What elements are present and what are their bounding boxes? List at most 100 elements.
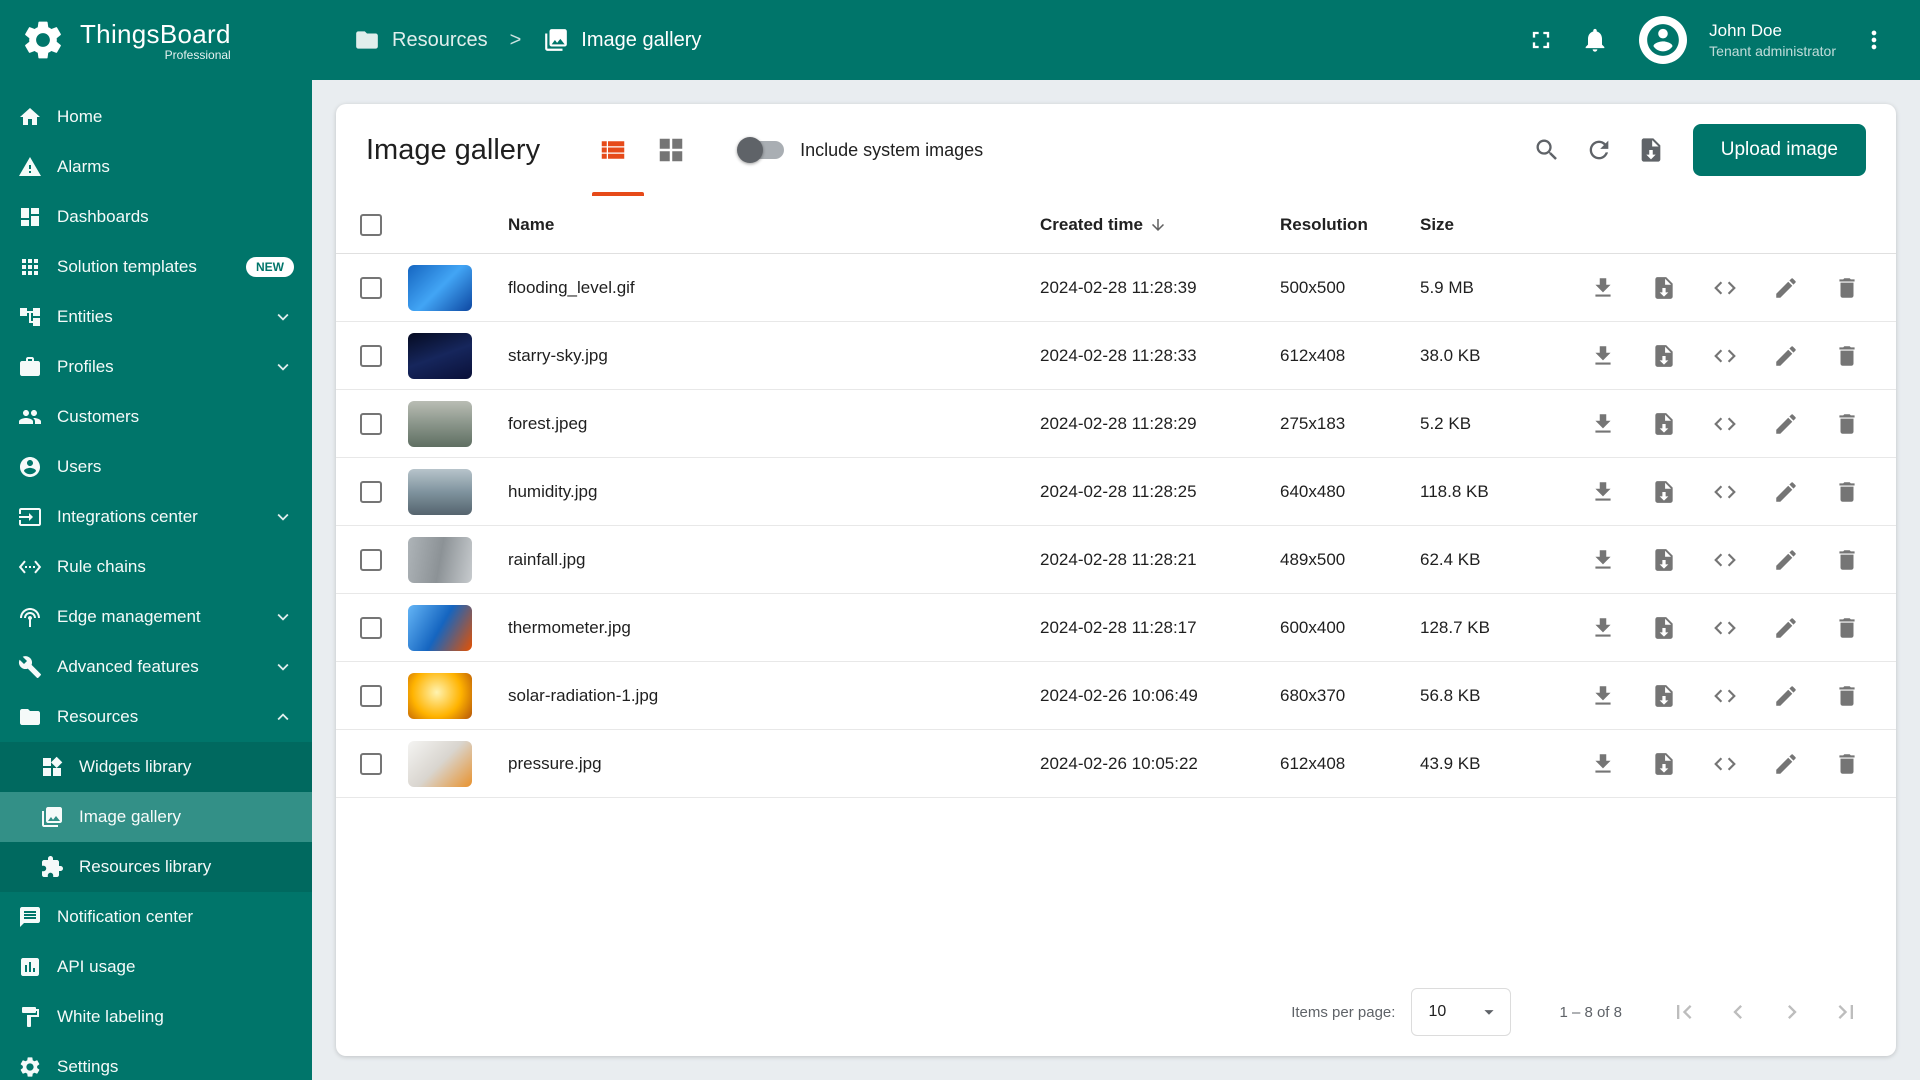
download-button[interactable] bbox=[1582, 471, 1624, 513]
search-button[interactable] bbox=[1525, 128, 1569, 172]
download-button[interactable] bbox=[1582, 403, 1624, 445]
sidebar-item-notification-center[interactable]: Notification center bbox=[0, 892, 312, 942]
delete-button[interactable] bbox=[1826, 539, 1868, 581]
row-checkbox[interactable] bbox=[360, 412, 382, 435]
last-page-button[interactable] bbox=[1824, 990, 1868, 1034]
edit-button[interactable] bbox=[1765, 675, 1807, 717]
export-file-button[interactable] bbox=[1643, 403, 1685, 445]
export-file-button[interactable] bbox=[1643, 471, 1685, 513]
sidebar-item-entities[interactable]: Entities bbox=[0, 292, 312, 342]
row-checkbox[interactable] bbox=[360, 276, 382, 299]
embed-image-button[interactable] bbox=[1704, 471, 1746, 513]
download-button[interactable] bbox=[1582, 335, 1624, 377]
column-header-name[interactable]: Name bbox=[508, 215, 1040, 235]
edit-button[interactable] bbox=[1765, 607, 1807, 649]
download-button[interactable] bbox=[1582, 539, 1624, 581]
delete-button[interactable] bbox=[1826, 335, 1868, 377]
embed-image-button[interactable] bbox=[1704, 403, 1746, 445]
next-page-button[interactable] bbox=[1770, 990, 1814, 1034]
sidebar-item-customers[interactable]: Customers bbox=[0, 392, 312, 442]
image-thumbnail[interactable] bbox=[408, 740, 472, 787]
sidebar-item-rule-chains[interactable]: Rule chains bbox=[0, 542, 312, 592]
row-checkbox[interactable] bbox=[360, 752, 382, 775]
image-thumbnail[interactable] bbox=[408, 332, 472, 379]
sidebar-item-image-gallery[interactable]: Image gallery bbox=[0, 792, 312, 842]
sidebar-item-white-labeling[interactable]: White labeling bbox=[0, 992, 312, 1042]
table-row[interactable]: starry-sky.jpg 2024-02-28 11:28:33 612x4… bbox=[336, 322, 1896, 390]
first-page-button[interactable] bbox=[1662, 990, 1706, 1034]
delete-button[interactable] bbox=[1826, 267, 1868, 309]
avatar[interactable] bbox=[1639, 16, 1688, 64]
export-file-button[interactable] bbox=[1643, 539, 1685, 581]
image-thumbnail[interactable] bbox=[408, 604, 472, 651]
sidebar-item-advanced-features[interactable]: Advanced features bbox=[0, 642, 312, 692]
export-file-button[interactable] bbox=[1643, 675, 1685, 717]
fullscreen-button[interactable] bbox=[1519, 18, 1563, 62]
sidebar-item-integrations-center[interactable]: Integrations center bbox=[0, 492, 312, 542]
prev-page-button[interactable] bbox=[1716, 990, 1760, 1034]
download-button[interactable] bbox=[1582, 743, 1624, 785]
embed-image-button[interactable] bbox=[1704, 607, 1746, 649]
sidebar-item-edge-management[interactable]: Edge management bbox=[0, 592, 312, 642]
sidebar-item-profiles[interactable]: Profiles bbox=[0, 342, 312, 392]
table-row[interactable]: solar-radiation-1.jpg 2024-02-26 10:06:4… bbox=[336, 662, 1896, 730]
row-checkbox[interactable] bbox=[360, 344, 382, 367]
delete-button[interactable] bbox=[1826, 675, 1868, 717]
user-menu-button[interactable] bbox=[1852, 18, 1896, 62]
column-header-created-time[interactable]: Created time bbox=[1040, 215, 1280, 235]
grid-view-button[interactable] bbox=[650, 129, 692, 171]
edit-button[interactable] bbox=[1765, 403, 1807, 445]
table-row[interactable]: thermometer.jpg 2024-02-28 11:28:17 600x… bbox=[336, 594, 1896, 662]
export-file-button[interactable] bbox=[1643, 607, 1685, 649]
embed-image-button[interactable] bbox=[1704, 675, 1746, 717]
select-all-checkbox[interactable] bbox=[360, 213, 382, 236]
delete-button[interactable] bbox=[1826, 403, 1868, 445]
download-button[interactable] bbox=[1582, 267, 1624, 309]
table-row[interactable]: forest.jpeg 2024-02-28 11:28:29 275x183 … bbox=[336, 390, 1896, 458]
breadcrumb-image-gallery[interactable]: Image gallery bbox=[543, 27, 701, 53]
export-file-button[interactable] bbox=[1643, 267, 1685, 309]
embed-image-button[interactable] bbox=[1704, 335, 1746, 377]
edit-button[interactable] bbox=[1765, 267, 1807, 309]
edit-button[interactable] bbox=[1765, 471, 1807, 513]
table-row[interactable]: humidity.jpg 2024-02-28 11:28:25 640x480… bbox=[336, 458, 1896, 526]
sidebar-item-users[interactable]: Users bbox=[0, 442, 312, 492]
row-checkbox[interactable] bbox=[360, 548, 382, 571]
delete-button[interactable] bbox=[1826, 607, 1868, 649]
notifications-button[interactable] bbox=[1573, 18, 1617, 62]
table-row[interactable]: rainfall.jpg 2024-02-28 11:28:21 489x500… bbox=[336, 526, 1896, 594]
row-checkbox[interactable] bbox=[360, 684, 382, 707]
sidebar-item-dashboards[interactable]: Dashboards bbox=[0, 192, 312, 242]
delete-button[interactable] bbox=[1826, 471, 1868, 513]
image-thumbnail[interactable] bbox=[408, 468, 472, 515]
edit-button[interactable] bbox=[1765, 743, 1807, 785]
sidebar-item-solution-templates[interactable]: Solution templates NEW bbox=[0, 242, 312, 292]
refresh-button[interactable] bbox=[1577, 128, 1621, 172]
breadcrumb-resources[interactable]: Resources bbox=[354, 27, 488, 53]
sidebar-item-resources-library[interactable]: Resources library bbox=[0, 842, 312, 892]
list-view-button[interactable] bbox=[592, 129, 634, 171]
sidebar-item-home[interactable]: Home bbox=[0, 92, 312, 142]
sidebar-item-alarms[interactable]: Alarms bbox=[0, 142, 312, 192]
edit-button[interactable] bbox=[1765, 335, 1807, 377]
delete-button[interactable] bbox=[1826, 743, 1868, 785]
sidebar-item-resources[interactable]: Resources bbox=[0, 692, 312, 742]
image-thumbnail[interactable] bbox=[408, 672, 472, 719]
toggle-switch[interactable] bbox=[737, 137, 785, 163]
export-file-button[interactable] bbox=[1643, 743, 1685, 785]
include-system-images-toggle[interactable]: Include system images bbox=[737, 137, 983, 163]
sidebar-item-settings[interactable]: Settings bbox=[0, 1042, 312, 1080]
export-file-button[interactable] bbox=[1643, 335, 1685, 377]
export-images-button[interactable] bbox=[1629, 128, 1673, 172]
image-thumbnail[interactable] bbox=[408, 264, 472, 311]
upload-image-button[interactable]: Upload image bbox=[1692, 124, 1866, 176]
image-thumbnail[interactable] bbox=[408, 536, 472, 583]
table-row[interactable]: pressure.jpg 2024-02-26 10:05:22 612x408… bbox=[336, 730, 1896, 798]
embed-image-button[interactable] bbox=[1704, 539, 1746, 581]
items-per-page-select[interactable]: 10 bbox=[1411, 988, 1512, 1036]
edit-button[interactable] bbox=[1765, 539, 1807, 581]
thingsboard-logo-icon[interactable] bbox=[20, 17, 66, 63]
embed-image-button[interactable] bbox=[1704, 743, 1746, 785]
sidebar-item-api-usage[interactable]: API usage bbox=[0, 942, 312, 992]
row-checkbox[interactable] bbox=[360, 480, 382, 503]
